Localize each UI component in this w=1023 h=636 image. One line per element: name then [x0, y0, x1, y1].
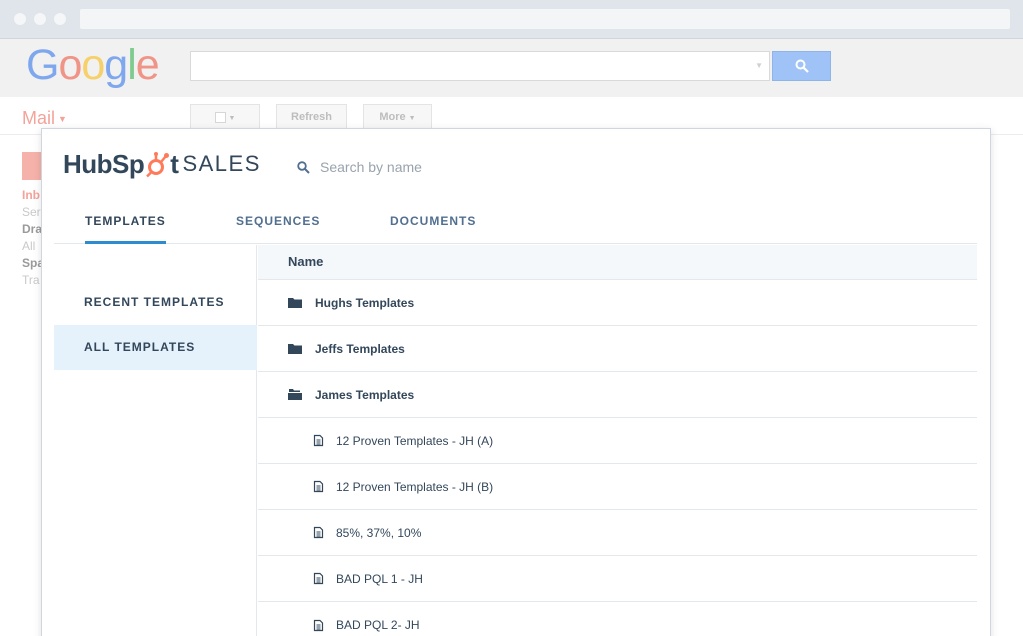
mail-menu[interactable]: Mail ▼ [22, 108, 67, 129]
folder-row[interactable]: Hughs Templates [258, 280, 977, 326]
select-checkbox-button[interactable]: ▼ [190, 104, 260, 130]
folder-label: Hughs Templates [315, 295, 415, 310]
template-label: 85%, 37%, 10% [336, 525, 422, 540]
folder-label: Jeffs Templates [315, 341, 405, 356]
folder-row-open[interactable]: James Templates [258, 372, 977, 418]
checkbox-icon [214, 111, 226, 123]
template-label: 12 Proven Templates - JH (B) [336, 479, 494, 494]
templates-left-nav: RECENT TEMPLATES ALL TEMPLATES [54, 245, 257, 636]
search-icon [795, 59, 809, 73]
template-label: BAD PQL 2- JH [336, 618, 420, 632]
hubspot-templates-modal: HubSp t SALES TEMPLATES SEQUENCES DOCUME… [41, 128, 991, 636]
folder-row[interactable]: Jeffs Templates [258, 326, 977, 372]
gmail-header: Google ▼ [0, 39, 1023, 97]
mail-label: Mail [22, 108, 56, 128]
template-label: BAD PQL 1 - JH [336, 571, 423, 586]
search-icon [297, 160, 310, 174]
folder-icon [287, 342, 303, 356]
caret-down-icon: ▼ [58, 114, 67, 125]
logo-letter: G [26, 41, 59, 89]
folder-open-icon [287, 388, 303, 402]
more-label: More [379, 111, 406, 123]
address-bar[interactable] [80, 9, 1010, 29]
template-row[interactable]: BAD PQL 2- JH [258, 602, 977, 636]
sidebar-item-trash[interactable]: Tra [22, 273, 40, 287]
template-row[interactable]: 12 Proven Templates - JH (A) [258, 418, 977, 464]
window-zoom-dot[interactable] [54, 13, 66, 25]
document-icon [310, 618, 326, 632]
document-icon [310, 480, 326, 494]
logo-letter: o [81, 41, 105, 89]
document-icon [310, 572, 326, 586]
logo-letter: l [127, 41, 137, 89]
document-icon [310, 526, 326, 540]
template-label: 12 Proven Templates - JH (A) [336, 433, 494, 448]
sidebar-item-sent[interactable]: Ser [22, 205, 41, 219]
caret-down-icon: ▼ [228, 115, 236, 122]
document-icon [310, 434, 326, 448]
gmail-search-button[interactable] [772, 51, 831, 81]
logo-letter: o [58, 41, 82, 89]
more-button[interactable]: More ▼ [363, 104, 432, 130]
caret-down-icon: ▼ [408, 115, 416, 122]
window-close-dot[interactable] [14, 13, 26, 25]
template-search [297, 157, 620, 177]
modal-tabs: TEMPLATES SEQUENCES DOCUMENTS [54, 204, 977, 244]
hubspot-sales-logo: HubSp t SALES [63, 147, 261, 181]
logo-letter: e [135, 41, 160, 89]
sidebar-item-drafts[interactable]: Dra [22, 222, 42, 236]
brand-name-right: t [170, 148, 179, 179]
window-minimize-dot[interactable] [34, 13, 46, 25]
browser-chrome [0, 0, 1023, 39]
template-row[interactable]: BAD PQL 1 - JH [258, 556, 977, 602]
folder-label: James Templates [315, 387, 415, 402]
folder-icon [287, 296, 303, 310]
compose-button[interactable] [22, 152, 42, 180]
search-input[interactable] [320, 159, 620, 175]
sidebar-item-inbox[interactable]: Inb [22, 188, 40, 202]
nav-all-templates[interactable]: ALL TEMPLATES [54, 325, 257, 370]
brand-name-left: HubSp [63, 148, 145, 179]
tab-templates[interactable]: TEMPLATES [85, 214, 166, 244]
tab-documents[interactable]: DOCUMENTS [390, 214, 476, 243]
nav-recent-templates[interactable]: RECENT TEMPLATES [54, 280, 257, 325]
gmail-search-input[interactable]: ▼ [190, 51, 770, 81]
sprocket-icon [146, 152, 170, 178]
templates-list: Name Hughs Templates Jeffs Templates Jam… [258, 245, 977, 636]
logo-letter: g [104, 41, 128, 89]
template-row[interactable]: 85%, 37%, 10% [258, 510, 977, 556]
tab-sequences[interactable]: SEQUENCES [236, 214, 320, 243]
google-logo[interactable]: Google [26, 41, 160, 90]
refresh-button[interactable]: Refresh [276, 104, 347, 130]
caret-down-icon[interactable]: ▼ [755, 61, 763, 70]
template-row[interactable]: 12 Proven Templates - JH (B) [258, 464, 977, 510]
sidebar-item-all[interactable]: All [22, 239, 35, 253]
product-name: SALES [182, 151, 261, 176]
column-header-name[interactable]: Name [258, 245, 977, 280]
